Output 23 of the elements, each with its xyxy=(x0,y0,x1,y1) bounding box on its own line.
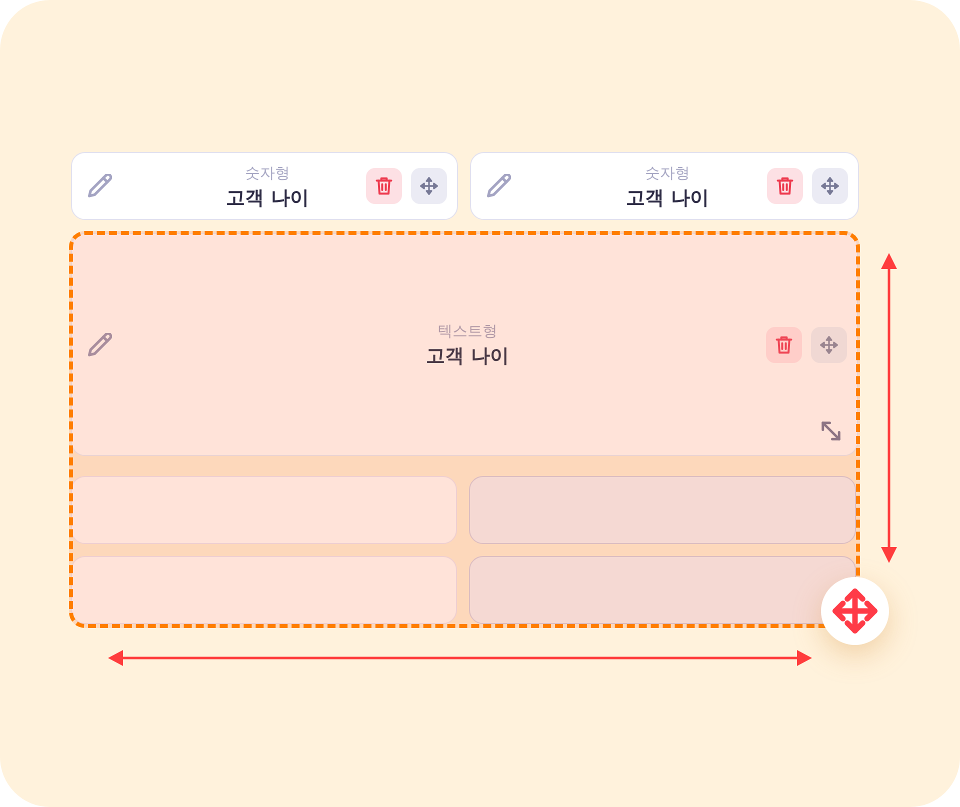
drag-button[interactable] xyxy=(812,168,848,204)
field-type: 숫자형 xyxy=(245,162,290,182)
field-title: 고객 나이 xyxy=(226,186,309,210)
drag-button[interactable] xyxy=(811,326,847,362)
delete-button[interactable] xyxy=(366,168,402,204)
field-type: 텍스트형 xyxy=(438,321,498,341)
move-icon xyxy=(420,177,438,195)
delete-button[interactable] xyxy=(767,168,803,204)
trash-icon xyxy=(375,177,393,195)
pencil-icon[interactable] xyxy=(487,174,511,198)
field-title: 고객 나이 xyxy=(426,344,509,368)
move-icon xyxy=(820,336,838,354)
trash-icon xyxy=(775,336,793,354)
trash-icon xyxy=(776,177,794,195)
field-type: 숫자형 xyxy=(645,162,690,182)
drag-button[interactable] xyxy=(411,168,447,204)
move-icon xyxy=(821,177,839,195)
pencil-icon[interactable] xyxy=(88,174,112,198)
pencil-icon[interactable] xyxy=(88,332,112,356)
resize-icon[interactable] xyxy=(821,421,841,441)
delete-button[interactable] xyxy=(766,326,802,362)
field-title: 고객 나이 xyxy=(626,186,709,210)
move-icon xyxy=(832,588,878,634)
